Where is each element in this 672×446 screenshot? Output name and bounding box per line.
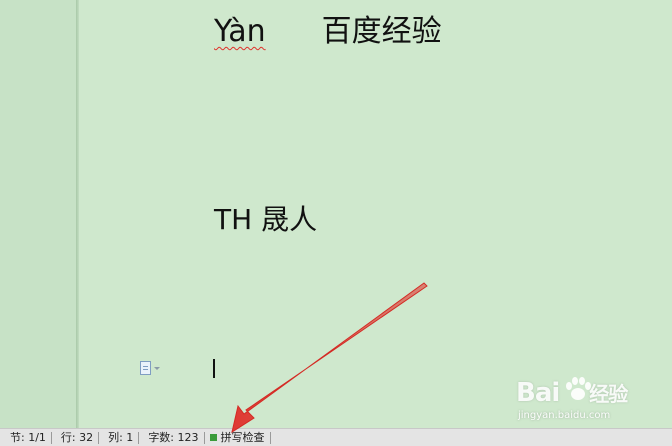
- annotation-arrow: [231, 282, 428, 434]
- red-arrow-icon: [231, 282, 428, 434]
